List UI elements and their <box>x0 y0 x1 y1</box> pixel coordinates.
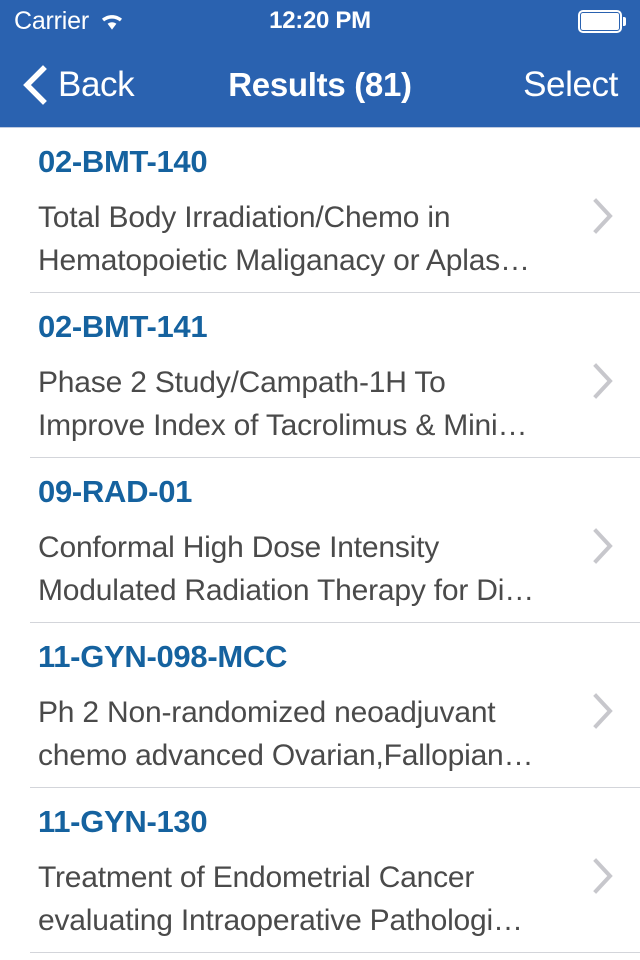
list-item-id: 11-GYN-130 <box>38 804 208 839</box>
chevron-right-icon[interactable] <box>589 361 615 401</box>
list-item-id: 09-RAD-01 <box>38 474 193 509</box>
chevron-right-icon[interactable] <box>589 526 615 566</box>
back-button-label: Back <box>58 65 135 104</box>
chevron-right-icon[interactable] <box>589 196 615 236</box>
navigation-bar: Back Results (81) Select <box>0 42 640 128</box>
chevron-right-icon[interactable] <box>589 856 615 896</box>
battery-cap <box>623 16 626 26</box>
list-item-description: Total Body Irradiation/Chemo in Hematopo… <box>38 201 530 277</box>
list-item[interactable]: 02-BMT-141 Phase 2 Study/Campath-1H To I… <box>0 293 640 458</box>
chevron-left-icon <box>22 64 48 105</box>
list-item-description: Treatment of Endometrial Cancer evaluati… <box>38 861 523 937</box>
wifi-icon <box>99 11 125 31</box>
status-bar: Carrier 12:20 PM <box>0 0 640 42</box>
battery-icon <box>578 9 626 33</box>
list-item-id: 11-GYN-098-MCC <box>38 639 288 674</box>
list-item-description: Conformal High Dose Intensity Modulated … <box>38 531 535 607</box>
chevron-right-icon[interactable] <box>589 691 615 731</box>
list-item-description: Ph 2 Non-randomized neoadjuvant chemo ad… <box>38 696 534 772</box>
app-screen: Carrier 12:20 PM Back Results (81) Selec… <box>0 0 640 960</box>
list-item[interactable]: 11-GYN-098-MCC Ph 2 Non-randomized neoad… <box>0 623 640 788</box>
list-item-id: 02-BMT-140 <box>38 144 208 179</box>
battery-level <box>581 12 619 30</box>
list-item-id: 02-BMT-141 <box>38 309 208 344</box>
list-item-description: Phase 2 Study/Campath-1H To Improve Inde… <box>38 366 528 442</box>
carrier-label: Carrier <box>14 6 89 35</box>
list-item[interactable]: 11-GYN-130 Treatment of Endometrial Canc… <box>0 788 640 953</box>
list-item[interactable]: 09-RAD-01 Conformal High Dose Intensity … <box>0 458 640 623</box>
results-list[interactable]: 02-BMT-140 Total Body Irradiation/Chemo … <box>0 128 640 953</box>
list-separator <box>30 952 640 953</box>
status-bar-right <box>578 9 626 33</box>
list-item[interactable]: 02-BMT-140 Total Body Irradiation/Chemo … <box>0 128 640 293</box>
select-button[interactable]: Select <box>523 67 618 102</box>
back-button[interactable]: Back <box>22 64 135 105</box>
status-bar-left: Carrier <box>14 6 125 35</box>
